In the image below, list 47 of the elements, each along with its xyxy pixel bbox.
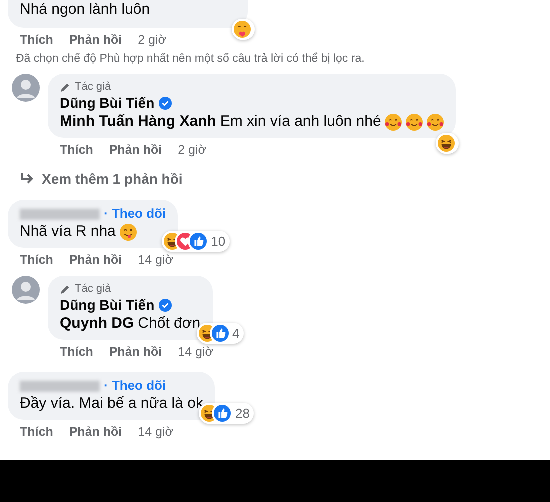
author-label: Tác giả: [75, 80, 112, 94]
smiling-hearts-emoji-icon: [427, 114, 444, 130]
laughing-emoji-icon: [438, 135, 456, 152]
action-link[interactable]: Phản hồi: [109, 142, 162, 158]
author-label: Tác giả: [75, 282, 112, 296]
reaction-count: 10: [211, 233, 226, 250]
reaction-summary[interactable]: [436, 133, 460, 154]
mention-link[interactable]: Quynh DG: [60, 314, 134, 334]
hugging-emoji-icon: [234, 21, 251, 38]
action-link[interactable]: Thích: [20, 252, 54, 268]
commenter-name[interactable]: Dũng Bùi Tiến: [60, 296, 155, 314]
action-link[interactable]: Thích: [60, 142, 94, 158]
pencil-icon: [60, 284, 71, 294]
like-icon: [214, 405, 232, 422]
reaction-count: 4: [232, 325, 240, 342]
timestamp: 2 giờ: [138, 32, 166, 48]
smiling-hearts-emoji-icon: [385, 114, 402, 130]
like-icon: [190, 233, 208, 250]
avatar[interactable]: [12, 74, 40, 102]
like-icon: [212, 325, 229, 342]
more-replies-link[interactable]: Xem thêm 1 phản hồi: [20, 170, 550, 188]
action-link[interactable]: Thích: [20, 424, 54, 440]
action-link[interactable]: Phản hồi: [69, 252, 122, 268]
reply-arrow-icon: [20, 173, 34, 185]
action-link[interactable]: Thích: [20, 32, 54, 48]
mention-link[interactable]: Minh Tuấn Hàng Xanh: [60, 112, 216, 132]
commenter-name[interactable]: Dũng Bùi Tiến: [60, 94, 155, 112]
action-link[interactable]: Phản hồi: [109, 344, 162, 360]
pencil-icon: [60, 82, 71, 92]
action-link[interactable]: Phản hồi: [69, 32, 122, 48]
filter-notice: Đã chọn chế độ Phù hợp nhất nên một số câu trả lời có thể bị lọc ra.: [16, 52, 366, 66]
follow-link[interactable]: · Theo dõi: [104, 206, 166, 222]
comment-body: Em xin vía anh luôn nhé: [220, 112, 382, 132]
comment-body: Nhã vía R nha: [20, 222, 116, 242]
comment-body: Nhá ngon lành luôn: [20, 0, 150, 20]
timestamp: 2 giờ: [178, 142, 206, 158]
smiling-hearts-emoji-icon: [406, 114, 424, 130]
timestamp: 14 giờ: [138, 424, 174, 440]
avatar[interactable]: [12, 276, 40, 304]
timestamp: 14 giờ: [178, 344, 214, 360]
timestamp: 14 giờ: [138, 252, 174, 268]
action-link[interactable]: Thích: [60, 344, 94, 360]
reaction-count: 28: [235, 405, 250, 422]
follow-link[interactable]: · Theo dõi: [104, 378, 166, 394]
winking-tongue-emoji-icon: [120, 224, 137, 240]
action-link[interactable]: Phản hồi: [69, 424, 122, 440]
reaction-summary[interactable]: 10: [162, 231, 230, 252]
